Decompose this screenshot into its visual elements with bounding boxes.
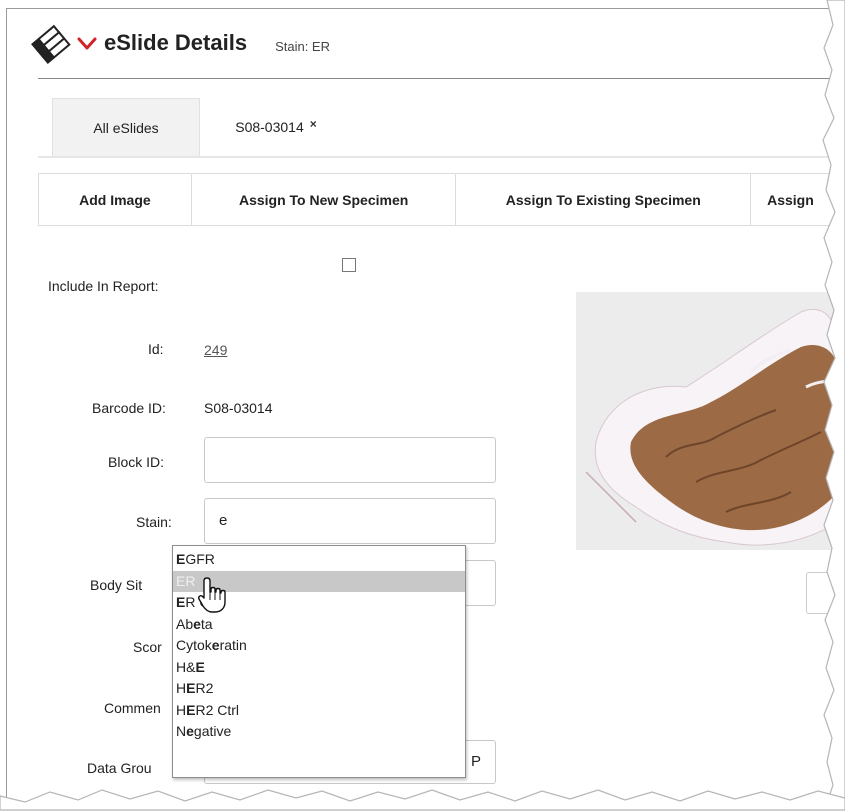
tab-all-eslides[interactable]: All eSlides [52, 98, 200, 156]
id-link[interactable]: 249 [204, 342, 227, 358]
add-image-button[interactable]: Add Image [39, 174, 192, 225]
torn-edge-bottom [0, 789, 845, 811]
autocomplete-option[interactable]: EGFR [173, 549, 465, 571]
autocomplete-option[interactable]: HER2 [173, 678, 465, 700]
page-header: eSlide Details Stain: ER [30, 18, 330, 68]
autocomplete-option[interactable]: Cytokeratin [173, 635, 465, 657]
autocomplete-option[interactable]: Negative [173, 721, 465, 743]
action-toolbar: Add Image Assign To New Specimen Assign … [38, 173, 838, 226]
header-divider [38, 78, 838, 79]
include-in-report-checkbox[interactable] [342, 258, 356, 272]
assign-new-specimen-button[interactable]: Assign To New Specimen [192, 174, 457, 225]
autocomplete-option[interactable]: H&E [173, 657, 465, 679]
data-group-label: Data Grou [87, 760, 152, 776]
comment-label: Commen [104, 700, 161, 716]
assign-existing-specimen-button[interactable]: Assign To Existing Specimen [456, 174, 752, 225]
chevron-down-icon[interactable] [76, 32, 98, 54]
slide-thumbnail-image[interactable] [576, 292, 838, 550]
tab-slide-detail[interactable]: S08-03014 × [200, 98, 352, 158]
block-id-input[interactable] [204, 437, 496, 483]
barcode-label: Barcode ID: [92, 400, 166, 416]
close-icon[interactable]: × [310, 117, 317, 131]
tab-label: All eSlides [93, 119, 159, 136]
torn-edge-right [822, 0, 845, 809]
include-in-report-label: Include In Report: [48, 278, 159, 294]
tab-label: S08-03014 [235, 119, 304, 135]
stain-label: Stain: [136, 514, 172, 530]
page-title: eSlide Details [104, 30, 248, 55]
autocomplete-option[interactable]: Abeta [173, 614, 465, 636]
stain-input[interactable]: e [204, 498, 496, 544]
slide-stack-icon [31, 24, 71, 64]
data-group-value: P [470, 753, 481, 770]
tabs-divider [38, 156, 838, 158]
block-id-label: Block ID: [108, 454, 165, 470]
body-site-label: Body Sit [90, 577, 143, 593]
barcode-value: S08-03014 [204, 400, 273, 416]
autocomplete-option[interactable]: HER2 Ctrl [173, 700, 465, 722]
id-label: Id: [148, 341, 164, 357]
score-label: Scor [133, 639, 162, 655]
hand-pointer-icon [198, 577, 226, 613]
page-subtitle: Stain: ER [275, 38, 330, 54]
